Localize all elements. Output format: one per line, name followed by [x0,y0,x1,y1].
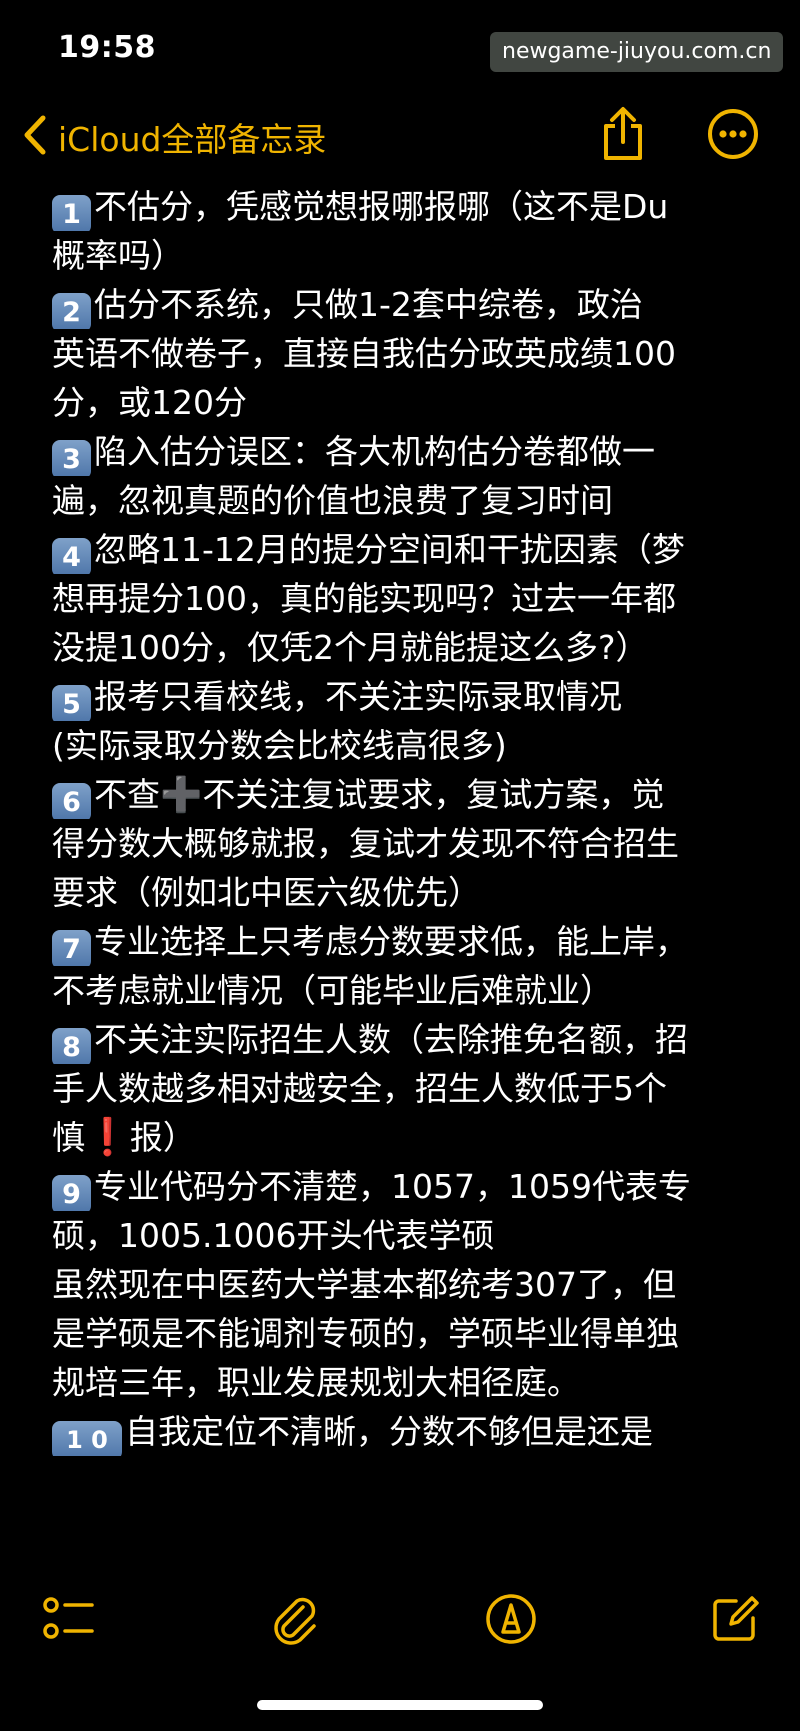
note-text: 手人数越多相对越安全，招生人数低于5个 [52,1069,667,1108]
note-text: 英语不做卷子，直接自我估分政英成绩100 [52,334,676,373]
note-line: 分，或120分 [52,378,752,427]
note-line: 规培三年，职业发展规划大相径庭。 [52,1358,752,1407]
exclamation-emoji-icon: ❗ [85,1117,130,1158]
number-badge: 1 0 [52,1421,122,1456]
note-line: 6 不查➕不关注复试要求，复试方案，觉 [52,770,752,819]
note-line: 1 0 自我定位不清晰，分数不够但是还是 [52,1407,752,1456]
note-line: 1 不估分，凭感觉想报哪报哪（这不是Du [52,182,752,231]
note-text: 专业代码分不清楚，1057，1059代表专 [94,1167,691,1206]
markup-pen-icon [484,1592,538,1650]
note-line: 9 专业代码分不清楚，1057，1059代表专 [52,1162,752,1211]
status-bar: 19:58 newgame-jiuyou.com.cn [0,0,800,96]
checklist-icon [42,1595,96,1647]
new-note-button[interactable] [704,1590,766,1652]
note-line: 2 估分不系统，只做1-2套中综卷，政治 [52,280,752,329]
note-text: 规培三年，职业发展规划大相径庭。 [52,1363,580,1402]
note-text: 不考虑就业情况（可能毕业后难就业） [52,971,613,1010]
note-line: 概率吗） [52,231,752,280]
note-text: 报） [129,1118,196,1157]
more-icon [707,108,759,164]
note-text: 慎 [52,1118,85,1157]
note-text: 分，或120分 [52,383,247,422]
note-line: 8 不关注实际招生人数（去除推免名额，招 [52,1015,752,1064]
number-badge: 9 [52,1175,91,1211]
note-text: 陷入估分误区：各大机构估分卷都做一 [94,432,655,471]
note-text: 虽然现在中医药大学基本都统考307了，但 [52,1265,676,1304]
home-indicator[interactable] [257,1700,543,1710]
note-line: 手人数越多相对越安全，招生人数低于5个 [52,1064,752,1113]
back-button[interactable]: iCloud全部备忘录 [22,112,326,162]
number-badge: 5 [52,685,91,721]
note-text: (实际录取分数会比校线高很多) [52,726,507,765]
number-badge: 8 [52,1028,91,1064]
note-text: 想再提分100，真的能实现吗？过去一年都 [52,579,676,618]
bottom-toolbar [0,1586,800,1656]
note-text: 专业选择上只考虑分数要求低，能上岸， [94,922,688,961]
note-text: 不关注实际招生人数（去除推免名额，招 [94,1020,688,1059]
note-text: 遍，忽视真题的价值也浪费了复习时间 [52,481,613,520]
note-line: (实际录取分数会比校线高很多) [52,721,752,770]
status-time: 19:58 [58,30,156,65]
note-line: 7 专业选择上只考虑分数要求低，能上岸， [52,917,752,966]
note-text: 不查 [94,775,160,814]
number-badge: 7 [52,930,91,966]
note-text: 硕，1005.1006开头代表学硕 [52,1216,495,1255]
more-button[interactable] [704,107,762,165]
chevron-left-icon [22,114,48,160]
markup-button[interactable] [480,1590,542,1652]
compose-icon [709,1593,761,1649]
note-line: 不考虑就业情况（可能毕业后难就业） [52,966,752,1015]
note-text: 得分数大概够就报，复试才发现不符合招生 [52,824,679,863]
paperclip-icon [270,1592,320,1650]
note-line: 要求（例如北中医六级优先） [52,868,752,917]
note-line: 5 报考只看校线，不关注实际录取情况 [52,672,752,721]
note-line: 4 忽略11-12月的提分空间和干扰因素（梦 [52,525,752,574]
attachment-button[interactable] [264,1590,326,1652]
note-text: 要求（例如北中医六级优先） [52,873,481,912]
note-line: 3 陷入估分误区：各大机构估分卷都做一 [52,427,752,476]
checklist-button[interactable] [38,1590,100,1652]
note-line: 虽然现在中医药大学基本都统考307了，但 [52,1260,752,1309]
number-badge: 2 [52,293,91,329]
note-text: 自我定位不清晰，分数不够但是还是 [125,1412,653,1451]
note-text: 是学硕是不能调剂专硕的，学硕毕业得单独 [52,1314,679,1353]
note-line: 得分数大概够就报，复试才发现不符合招生 [52,819,752,868]
note-text: 没提100分，仅凭2个月就能提这么多?） [52,628,649,667]
note-line: 硕，1005.1006开头代表学硕 [52,1211,752,1260]
number-badge: 6 [52,783,91,819]
number-badge: 1 [52,195,91,231]
back-button-label: iCloud全部备忘录 [58,120,327,159]
note-line: 想再提分100，真的能实现吗？过去一年都 [52,574,752,623]
number-badge: 4 [52,538,91,574]
share-icon [600,106,646,166]
plus-emoji-icon: ➕ [160,775,203,815]
note-text: 忽略11-12月的提分空间和干扰因素（梦 [94,530,685,569]
note-line: 没提100分，仅凭2个月就能提这么多?） [52,623,752,672]
note-text: 概率吗） [52,236,184,275]
note-text: 估分不系统，只做1-2套中综卷，政治 [94,285,643,324]
note-text: 不关注复试要求，复试方案，觉 [202,775,665,814]
note-line: 是学硕是不能调剂专硕的，学硕毕业得单独 [52,1309,752,1358]
note-line: 遍，忽视真题的价值也浪费了复习时间 [52,476,752,525]
note-line: 英语不做卷子，直接自我估分政英成绩100 [52,329,752,378]
navigation-bar: iCloud全部备忘录 [0,100,800,176]
number-badge: 3 [52,440,91,476]
note-line: 慎❗报） [52,1113,752,1162]
note-text: 报考只看校线，不关注实际录取情况 [94,677,622,716]
note-text: 不估分，凭感觉想报哪报哪（这不是Du [94,187,669,226]
watermark-label: newgame-jiuyou.com.cn [490,32,784,72]
share-button[interactable] [594,107,652,165]
note-body[interactable]: 1 不估分，凭感觉想报哪报哪（这不是Du 概率吗） 2 估分不系统，只做1-2套中综… [52,182,752,1456]
